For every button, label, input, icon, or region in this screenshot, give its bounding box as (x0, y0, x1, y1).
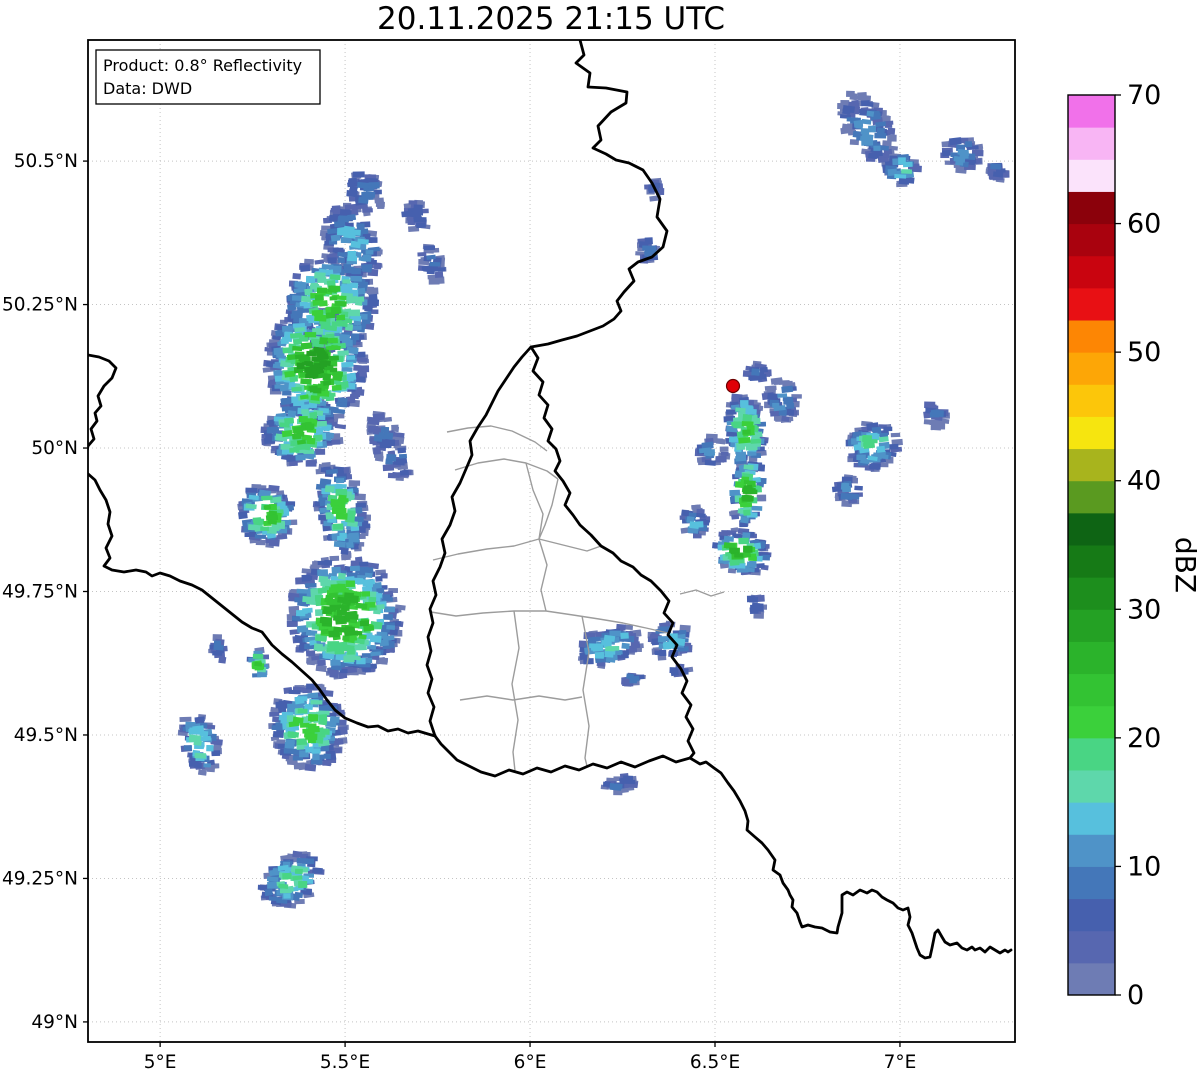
colorbar-cell (1068, 737, 1115, 771)
radar-site-dot (725, 378, 741, 394)
colorbar-cell (1068, 673, 1115, 707)
x-axis-tick-label: 6°E (514, 1052, 547, 1073)
colorbar-tick-label: 70 (1127, 80, 1161, 111)
colorbar-cell (1068, 609, 1115, 642)
figure-canvas: 20.11.2025 21:15 UTC 5°E 5.5°E 6°E 6.5°E 7°E… (2, 1, 1202, 1073)
colorbar-cell (1068, 320, 1115, 353)
colorbar-cell (1068, 705, 1115, 739)
colorbar-cell (1068, 770, 1115, 803)
colorbar-cell (1068, 191, 1115, 225)
colorbar-cell (1068, 641, 1115, 675)
y-axis-tick-label: 49.5°N (14, 725, 78, 746)
colorbar-cell (1068, 223, 1115, 257)
radar-site-marker (725, 378, 741, 394)
country-borders (88, 40, 1013, 960)
colorbar-cell (1068, 255, 1115, 289)
colorbar-tick-label: 20 (1127, 723, 1161, 754)
colorbar-tick-label: 0 (1127, 980, 1144, 1011)
colorbar-tick-label: 50 (1127, 337, 1161, 368)
radar-map-figure: 20.11.2025 21:15 UTC 5°E 5.5°E 6°E 6.5°E 7°E… (0, 0, 1202, 1081)
district-border-line (538, 478, 559, 540)
y-axis-tick-label: 50°N (31, 438, 78, 459)
colorbar-cell (1068, 898, 1115, 932)
colorbar-axis-label: dBZ (1169, 537, 1202, 593)
country-border-line (425, 345, 696, 778)
colorbar-cell (1068, 834, 1115, 867)
colorbar-cell (1068, 127, 1115, 160)
y-axis-tick-label: 49.25°N (2, 868, 78, 889)
district-border-line (525, 462, 544, 540)
info-box: Product: 0.8° Reflectivity Data: DWD (95, 49, 321, 105)
colorbar-cell (1068, 545, 1115, 578)
figure-title: 20.11.2025 21:15 UTC (377, 1, 725, 37)
colorbar-tick-label: 60 (1127, 209, 1161, 240)
colorbar-cell (1068, 448, 1115, 482)
info-product-line: Product: 0.8° Reflectivity (103, 56, 302, 75)
radar-echoes (177, 90, 1010, 909)
district-border-line (432, 538, 602, 561)
map-area: 5°E 5.5°E 6°E 6.5°E 7°E 49°N 49.25°N 49.5°N 49.7… (2, 39, 1016, 1073)
colorbar-cell (1068, 962, 1115, 996)
y-axis-tick-label: 50.5°N (14, 151, 78, 172)
colorbar-cell (1068, 287, 1115, 321)
y-axis-tick-label: 49°N (31, 1012, 78, 1033)
colorbar-tick-label: 10 (1127, 851, 1161, 882)
district-border-line (459, 695, 583, 701)
district-borders (430, 425, 725, 772)
x-axis-tick-label: 5.5°E (320, 1052, 370, 1073)
district-border-line (446, 425, 548, 452)
x-axis-tick-label: 7°E (884, 1052, 917, 1073)
x-axis-tick-label: 6.5°E (690, 1052, 740, 1073)
axis-tick-labels: 5°E 5.5°E 6°E 6.5°E 7°E 49°N 49.25°N 49.5°N 49.7… (2, 151, 916, 1073)
colorbar-cell (1068, 95, 1115, 128)
colorbar-cell (1068, 384, 1115, 417)
colorbar-cell (1068, 866, 1115, 900)
y-axis-tick-label: 50.25°N (2, 295, 78, 316)
y-axis-tick-label: 49.75°N (2, 582, 78, 603)
colorbar-cell (1068, 352, 1115, 385)
country-border-line (688, 756, 1013, 960)
district-border-line (679, 589, 725, 597)
info-data-line: Data: DWD (103, 79, 192, 98)
colorbar-cell (1068, 930, 1115, 964)
colorbar: 0 10 20 30 40 50 60 70 (1067, 80, 1161, 1011)
district-border-line (511, 610, 520, 772)
district-border-line (538, 538, 548, 612)
colorbar-tick-label: 40 (1127, 466, 1161, 497)
colorbar-tick-label: 30 (1127, 594, 1161, 625)
colorbar-cell (1068, 577, 1115, 610)
colorbar-cell (1068, 512, 1115, 546)
x-axis-tick-label: 5°E (144, 1052, 177, 1073)
colorbar-cell (1068, 159, 1115, 192)
colorbar-cell (1068, 416, 1115, 450)
axis-ticks (83, 160, 901, 1047)
colorbar-cell (1068, 802, 1115, 835)
colorbar-cell (1068, 480, 1115, 514)
